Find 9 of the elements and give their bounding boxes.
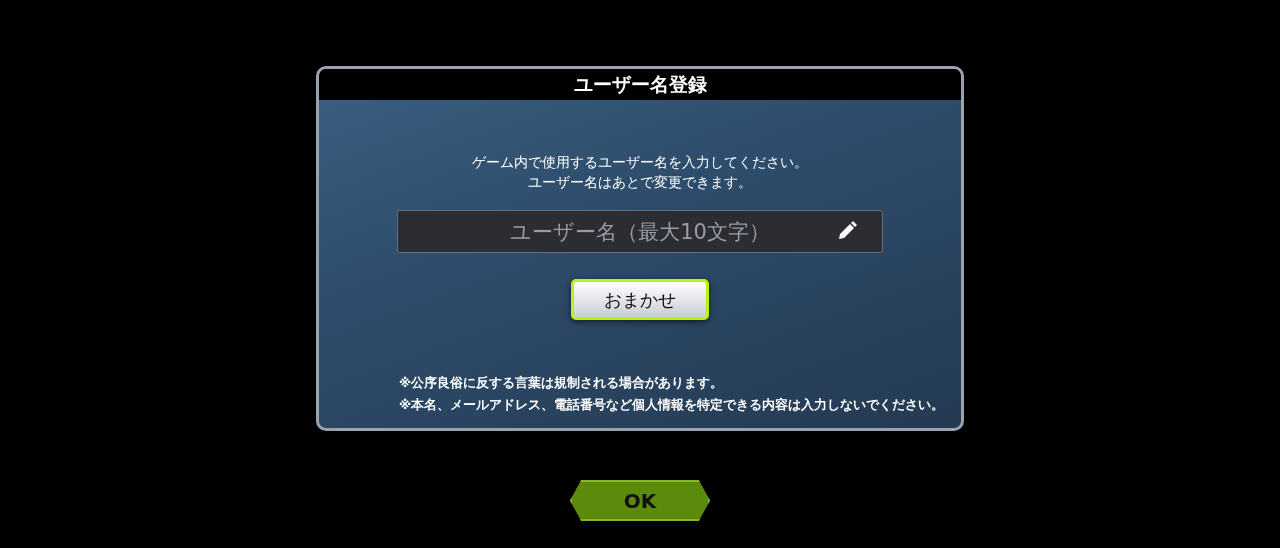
random-name-button[interactable]: おまかせ xyxy=(571,279,709,320)
dialog-title: ユーザー名登録 xyxy=(319,69,961,100)
instruction-text: ユーザー名はあとで変更できます。 xyxy=(527,173,753,192)
username-field[interactable]: ユーザー名（最大10文字） xyxy=(397,210,883,253)
ok-button[interactable]: OK xyxy=(570,480,710,521)
instruction-text: ゲーム内で使用するユーザー名を入力してください。 xyxy=(472,153,808,172)
pencil-icon xyxy=(837,221,857,241)
note-text: ※本名、メールアドレス、電話番号など個人情報を特定できる内容は入力しないでください。 xyxy=(399,396,945,414)
note-text: ※公序良俗に反する言葉は規制される場合があります。 xyxy=(399,374,725,392)
